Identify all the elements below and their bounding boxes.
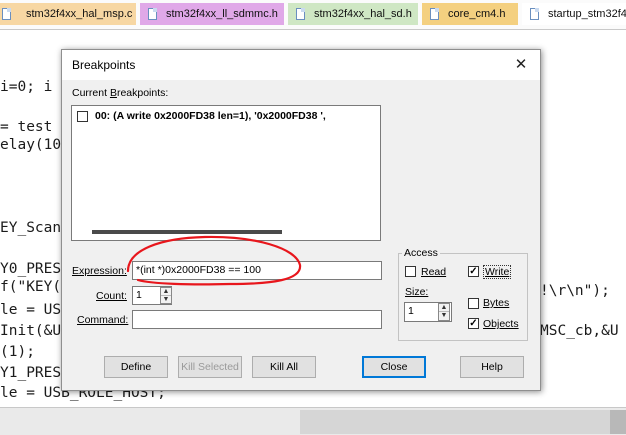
tab-startup-stm32f40[interactable]: startup_stm32f40 [522, 3, 626, 25]
breakpoints-list[interactable]: 00: (A write 0x2000FD38 len=1), '0x2000F… [71, 105, 381, 241]
code-line: i=0; i [0, 79, 53, 95]
dialog-title: Breakpoints [72, 58, 136, 72]
up-arrow-icon[interactable]: ▲ [439, 304, 449, 312]
code-line: elay(10 [0, 137, 62, 153]
write-label: Write [483, 265, 512, 279]
expression-label: Expression: [72, 265, 127, 277]
objects-radio[interactable] [468, 318, 479, 329]
bottom-panel [0, 407, 626, 435]
close-icon[interactable]: ✕ [510, 54, 532, 76]
objects-label: Objects [483, 318, 519, 330]
scrollbar-button[interactable] [610, 410, 626, 434]
count-label: Count: [96, 290, 127, 302]
tab-stm32f4xx-hal-sd[interactable]: stm32f4xx_hal_sd.h [288, 3, 418, 25]
size-label: Size: [405, 286, 429, 298]
bytes-label: Bytes [483, 297, 510, 309]
code-line: !\r\n"); [540, 283, 610, 299]
code-line: Y1_PRES [0, 365, 62, 381]
down-arrow-icon[interactable]: ▼ [439, 312, 449, 320]
code-line: Y0_PRES [0, 261, 62, 277]
code-line: MSC_cb,&U [540, 323, 619, 339]
dialog-titlebar: Breakpoints ✕ [62, 50, 540, 80]
code-line: = test [0, 119, 53, 135]
tab-stm32f4xx-hal-msp[interactable]: stm32f4xx_hal_msp.c [0, 3, 136, 25]
breakpoint-checkbox[interactable] [77, 111, 88, 122]
command-input[interactable] [132, 310, 382, 329]
up-arrow-icon[interactable]: ▲ [161, 288, 171, 296]
scrollbar-thumb[interactable] [300, 410, 626, 434]
file-icon [530, 8, 539, 20]
code-line: Init(&U [0, 323, 62, 339]
file-icon [2, 8, 11, 20]
size-stepper[interactable]: ▲ ▼ [438, 303, 450, 321]
command-label: Command: [77, 314, 129, 326]
read-label: Read [421, 266, 447, 278]
editor-tab-bar: stm32f4xx_hal_msp.c stm32f4xx_ll_sdmmc.h… [0, 0, 626, 30]
file-icon [296, 8, 305, 20]
write-checkbox[interactable] [468, 266, 479, 277]
define-button[interactable]: Define [104, 356, 168, 378]
help-button[interactable]: Help [460, 356, 524, 378]
breakpoint-text: 00: (A write 0x2000FD38 len=1), '0x2000F… [95, 110, 326, 122]
expression-input[interactable]: *(int *)0x2000FD38 == 100 [132, 261, 382, 280]
code-line: le = US [0, 302, 62, 318]
code-line: f("KEY( [0, 279, 62, 295]
tab-stm32f4xx-ll-sdmmc[interactable]: stm32f4xx_ll_sdmmc.h [140, 3, 284, 25]
horizontal-scrollbar[interactable] [72, 224, 380, 240]
kill-all-button[interactable]: Kill All [252, 356, 316, 378]
code-line: EY_Scan [0, 220, 62, 236]
code-line: (1); [0, 344, 35, 360]
access-group-label: Access [402, 247, 440, 259]
count-stepper[interactable]: ▲ ▼ [160, 287, 172, 304]
bytes-radio[interactable] [468, 298, 479, 309]
scrollbar-thumb[interactable] [92, 230, 282, 234]
read-checkbox[interactable] [405, 266, 416, 277]
close-button[interactable]: Close [362, 356, 426, 378]
kill-selected-button[interactable]: Kill Selected [178, 356, 242, 378]
current-breakpoints-label: Current Breakpoints: [72, 87, 169, 99]
file-icon [430, 8, 439, 20]
breakpoints-dialog: Breakpoints ✕ Current Breakpoints: 00: (… [61, 49, 541, 391]
down-arrow-icon[interactable]: ▼ [161, 296, 171, 304]
tab-core-cm4[interactable]: core_cm4.h [422, 3, 518, 25]
file-icon [148, 8, 157, 20]
